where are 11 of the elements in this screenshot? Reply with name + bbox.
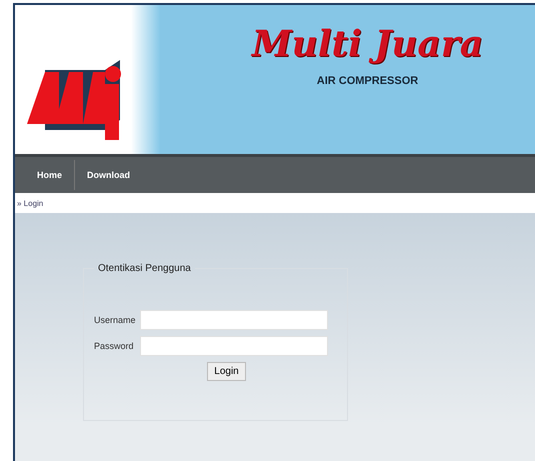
site-title: Multi Juara [252,23,484,65]
input-field[interactable] [140,310,328,330]
login-button[interactable]: Login [207,362,246,381]
field-label: Username [94,315,137,325]
nav-link[interactable]: Home [25,160,76,190]
input-field[interactable] [140,336,328,356]
field-label: Password [94,341,135,351]
form-legend: Otentikasi Pengguna [94,263,195,274]
breadcrumb: » Login [17,198,44,208]
site-subtitle: AIR COMPRESSOR [316,75,418,87]
nav-link[interactable]: Download [75,160,142,190]
